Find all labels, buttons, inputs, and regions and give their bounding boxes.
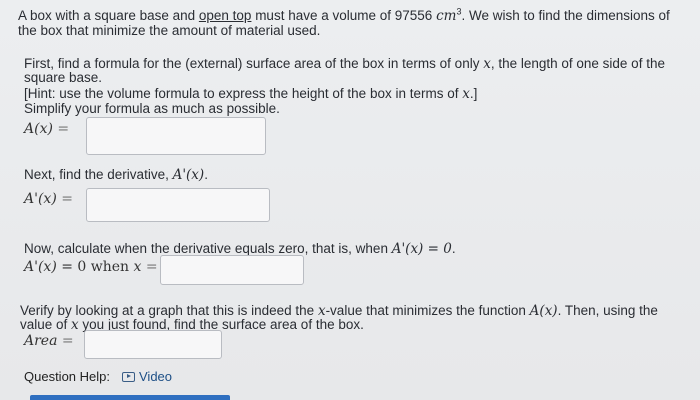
derivative-input[interactable]: [86, 188, 270, 222]
area-func-label: A(x): [24, 121, 53, 137]
equals-sign: =: [145, 259, 158, 275]
unit-text: cm: [436, 8, 457, 24]
step4-text-end: . Then, using the: [557, 303, 658, 318]
step2-deriv: A'(x): [172, 167, 205, 183]
equals-sign: =: [57, 121, 70, 137]
area-formula-input[interactable]: [86, 117, 266, 155]
question-page: A box with a square base and open top mu…: [0, 0, 700, 400]
equals-sign: =: [61, 333, 74, 349]
step4-text: Verify by looking at a graph that this i…: [20, 303, 318, 318]
step1-text-end: , the length of one side of the: [490, 56, 665, 71]
intro-end-text: . We wish to find the dimensions of: [461, 8, 670, 23]
intro-text: A box with a square base and: [18, 8, 199, 23]
equals-zero-when: = 0 when: [61, 259, 130, 275]
intro-volume-text: must have a volume of 97556: [251, 8, 437, 23]
critical-var: x: [133, 259, 142, 275]
step2-instruction: Next, find the derivative, A'(x).: [24, 167, 208, 183]
step4-func: A(x): [529, 303, 558, 319]
critical-x-input[interactable]: [160, 255, 304, 285]
step4-text-mid: -value that minimizes the function: [325, 303, 530, 318]
step2-period: .: [204, 167, 208, 182]
step1-line2: square base.: [24, 70, 103, 85]
area-value-label: Area =: [24, 333, 74, 349]
hint-var: x: [462, 86, 470, 102]
step1-hint: [Hint: use the volume formula to express…: [24, 86, 477, 102]
step1-var: x: [483, 56, 491, 72]
step4-line2-text: value of: [20, 317, 72, 332]
area-formula-label: A(x) =: [24, 121, 69, 137]
step3-text: Now, calculate when the derivative equal…: [24, 241, 392, 256]
step3-period: .: [451, 241, 456, 256]
step1-simplify: Simplify your formula as much as possibl…: [24, 101, 280, 116]
submit-bar[interactable]: [30, 395, 230, 400]
critical-point-label: A'(x) = 0 when x =: [24, 259, 158, 275]
step3-condition: A'(x) = 0: [391, 241, 452, 257]
video-icon: [122, 371, 135, 382]
equals-sign: =: [61, 191, 73, 207]
problem-intro: A box with a square base and open top mu…: [18, 7, 688, 24]
step1-text: First, find a formula for the (external)…: [24, 56, 484, 71]
hint-end: .]: [469, 86, 478, 101]
video-link-label: Video: [139, 369, 173, 384]
area-label: Area: [24, 333, 58, 349]
step4-line2-var: x: [71, 317, 79, 333]
derivative-func-label: A'(x): [24, 259, 57, 275]
question-help-label: Question Help:: [24, 369, 110, 384]
step2-text: Next, find the derivative,: [24, 167, 173, 182]
area-value-input[interactable]: [84, 330, 222, 359]
open-top-text: open top: [198, 8, 252, 23]
hint-text: [Hint: use the volume formula to express…: [24, 86, 463, 101]
video-help-link[interactable]: Video: [122, 369, 172, 384]
step1-instruction: First, find a formula for the (external)…: [24, 56, 694, 72]
derivative-func-label: A'(x): [24, 191, 57, 207]
problem-intro-line2: the box that minimize the amount of mate…: [18, 23, 321, 38]
derivative-label: A'(x) =: [24, 191, 73, 207]
